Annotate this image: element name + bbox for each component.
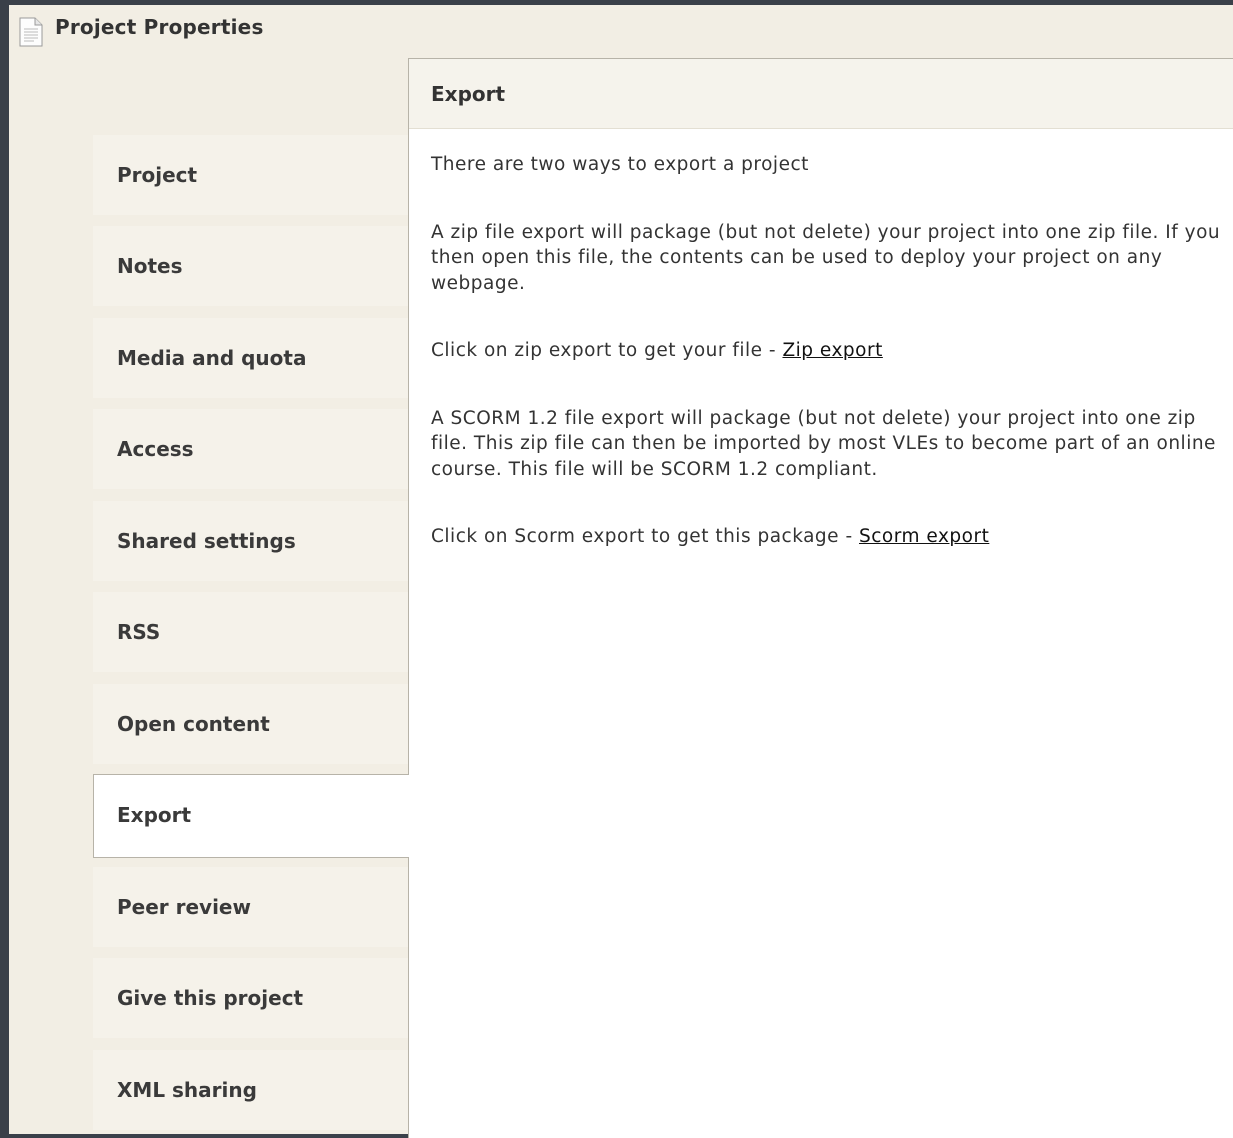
zip-export-row: Click on zip export to get your file - Z… <box>431 338 1230 364</box>
tab-label: Access <box>117 437 194 461</box>
tab-label: Peer review <box>117 895 251 919</box>
tab-rss[interactable]: RSS <box>93 592 409 672</box>
zip-prompt-text: Click on zip export to get your file - <box>431 340 783 361</box>
tab-label: RSS <box>117 620 161 644</box>
tab-label: Give this project <box>117 986 304 1010</box>
title-bar: Project Properties <box>9 5 1233 53</box>
tab-label: XML sharing <box>117 1078 257 1102</box>
scorm-export-row: Click on Scorm export to get this packag… <box>431 524 1230 550</box>
tab-peer-review[interactable]: Peer review <box>93 867 409 947</box>
tab-give-this-project[interactable]: Give this project <box>93 958 409 1038</box>
tab-label: Shared settings <box>117 529 296 553</box>
tab-media-and-quota[interactable]: Media and quota <box>93 318 409 398</box>
tab-open-content[interactable]: Open content <box>93 684 409 764</box>
tab-xml-sharing[interactable]: XML sharing <box>93 1050 409 1130</box>
tab-access[interactable]: Access <box>93 409 409 489</box>
tab-shared-settings[interactable]: Shared settings <box>93 501 409 581</box>
panel-body: There are two ways to export a project A… <box>431 152 1230 592</box>
tab-notes[interactable]: Notes <box>93 226 409 306</box>
project-properties-window: Project Properties Project Notes Media a… <box>9 5 1233 1138</box>
scorm-export-link[interactable]: Scorm export <box>859 526 989 547</box>
tab-project[interactable]: Project <box>93 135 409 215</box>
tab-label: Media and quota <box>117 346 307 370</box>
document-icon <box>19 17 43 47</box>
zip-export-link[interactable]: Zip export <box>782 340 882 361</box>
tab-label: Project <box>117 163 198 187</box>
scorm-description-text: A SCORM 1.2 file export will package (bu… <box>431 407 1216 480</box>
zip-description-text: A zip file export will package (but not … <box>431 221 1221 294</box>
window-title: Project Properties <box>55 15 264 39</box>
export-intro-text: There are two ways to export a project <box>431 154 809 175</box>
panel-header: Export <box>409 59 1233 129</box>
tab-label: Notes <box>117 254 183 278</box>
export-panel: Export There are two ways to export a pr… <box>408 58 1233 1138</box>
tab-export[interactable]: Export <box>93 774 409 858</box>
tab-label: Export <box>117 803 192 827</box>
scorm-prompt-text: Click on Scorm export to get this packag… <box>431 526 859 547</box>
tab-label: Open content <box>117 712 270 736</box>
panel-title: Export <box>431 82 506 106</box>
